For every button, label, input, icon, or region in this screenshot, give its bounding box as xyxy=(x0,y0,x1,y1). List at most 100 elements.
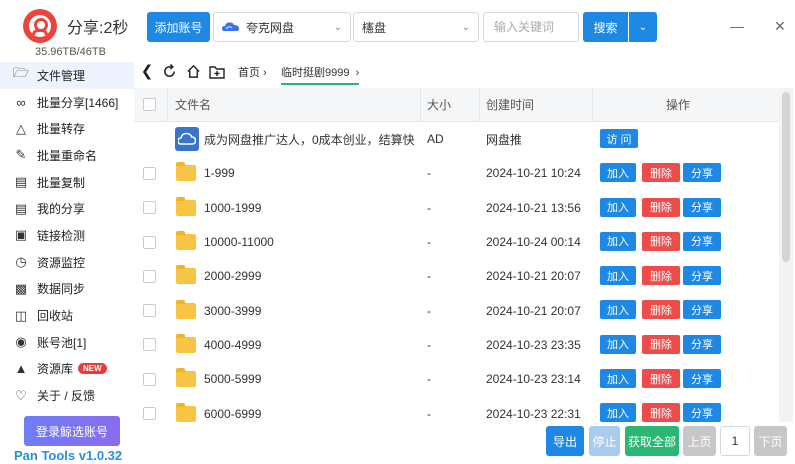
sidebar-item-11[interactable]: ▲ 资源库 NEW xyxy=(0,356,134,383)
row-checkbox[interactable] xyxy=(143,166,156,180)
sidebar-item-9[interactable]: ◫ 回收站 xyxy=(0,302,134,329)
sidebar-item-5[interactable]: ▤ 我的分享 xyxy=(0,195,134,222)
scrollbar-thumb[interactable] xyxy=(782,92,790,262)
add-button[interactable]: 加入 xyxy=(600,403,636,423)
search-button[interactable]: 搜索 xyxy=(583,12,628,42)
breadcrumb-home[interactable]: 首页 › xyxy=(238,64,267,80)
share-button[interactable]: 分享 xyxy=(683,369,721,389)
file-name[interactable]: 1-999 xyxy=(204,156,235,190)
stop-button[interactable]: 停止 xyxy=(589,426,620,456)
share-button[interactable]: 分享 xyxy=(683,403,721,423)
share-button[interactable]: 分享 xyxy=(683,334,721,354)
sidebar-item-label: 批量分享[1466] xyxy=(37,95,119,110)
pan-select-value: 夸克网盘 xyxy=(246,20,295,35)
file-size: - xyxy=(427,337,431,352)
new-folder-icon[interactable] xyxy=(207,61,227,81)
row-checkbox[interactable] xyxy=(143,201,156,215)
sidebar-item-label: 我的分享 xyxy=(37,202,86,217)
sidebar-item-label: 批量重命名 xyxy=(37,148,98,163)
delete-button[interactable]: 删除 xyxy=(642,231,680,251)
delete-button[interactable]: 删除 xyxy=(642,369,680,389)
add-account-button[interactable]: 添加账号 xyxy=(147,12,210,42)
delete-button[interactable]: 删除 xyxy=(642,403,680,423)
close-button[interactable]: ✕ xyxy=(774,18,786,35)
ad-text[interactable]: 成为网盘推广达人，0成本创业，结算快 xyxy=(204,122,415,156)
file-size: - xyxy=(427,200,431,215)
sidebar-item-7[interactable]: ◷ 资源监控 xyxy=(0,249,134,276)
search-input[interactable] xyxy=(483,12,579,42)
file-name[interactable]: 10000-11000 xyxy=(204,225,274,259)
table-row[interactable]: 3000-3999 - 2024-10-21 20:07 加入 删除 分享 xyxy=(134,293,779,327)
visit-button[interactable]: 访 问 xyxy=(600,129,638,148)
pan-select[interactable]: 夸克网盘 ⌄ xyxy=(213,12,351,42)
sidebar-item-2[interactable]: △ 批量转存 xyxy=(0,115,134,142)
share-button[interactable]: 分享 xyxy=(683,197,721,217)
file-created: 2024-10-23 23:35 xyxy=(486,337,581,352)
add-button[interactable]: 加入 xyxy=(600,334,636,354)
home-icon[interactable] xyxy=(183,61,203,81)
sidebar-item-6[interactable]: ▣ 链接检测 xyxy=(0,222,134,249)
add-button[interactable]: 加入 xyxy=(600,231,636,251)
row-checkbox[interactable] xyxy=(143,407,156,421)
sidebar-item-1[interactable]: ∞ 批量分享[1466] xyxy=(0,89,134,116)
delete-button[interactable]: 删除 xyxy=(642,266,680,286)
next-page-button[interactable]: 下页 xyxy=(754,426,787,456)
sidebar-item-4[interactable]: ▤ 批量复制 xyxy=(0,169,134,196)
chevron-down-icon: ⌄ xyxy=(461,22,470,33)
sidebar-item-label: 批量复制 xyxy=(37,175,86,190)
header-name[interactable]: 文件名 xyxy=(175,96,211,113)
sidebar-item-10[interactable]: ◉ 账号池[1] xyxy=(0,329,134,356)
refresh-icon[interactable] xyxy=(159,61,179,81)
row-checkbox[interactable] xyxy=(143,235,156,249)
sidebar-item-8[interactable]: ▩ 数据同步 xyxy=(0,276,134,303)
sidebar-item-0[interactable]: 🗁 文件管理 xyxy=(0,62,134,89)
sidebar-item-3[interactable]: ✎ 批量重命名 xyxy=(0,142,134,169)
add-button[interactable]: 加入 xyxy=(600,163,636,183)
page-number-input[interactable]: 1 xyxy=(720,426,750,456)
row-checkbox[interactable] xyxy=(143,372,156,386)
export-button[interactable]: 导出 xyxy=(546,426,584,456)
delete-button[interactable]: 删除 xyxy=(642,334,680,354)
file-name[interactable]: 4000-4999 xyxy=(204,328,261,362)
share-button[interactable]: 分享 xyxy=(683,231,721,251)
back-icon[interactable]: ❮ xyxy=(137,61,157,81)
table-row[interactable]: 1000-1999 - 2024-10-21 13:56 加入 删除 分享 xyxy=(134,191,779,225)
login-button[interactable]: 登录鲸选账号 xyxy=(24,416,120,446)
breadcrumb-current[interactable]: 临时挺剧9999 › xyxy=(281,64,360,85)
search-dropdown-button[interactable]: ⌄ xyxy=(629,12,657,42)
add-button[interactable]: 加入 xyxy=(600,266,636,286)
minimize-button[interactable]: — xyxy=(730,18,744,34)
table-row[interactable]: 2000-2999 - 2024-10-21 20:07 加入 删除 分享 xyxy=(134,259,779,293)
share-button[interactable]: 分享 xyxy=(683,266,721,286)
sidebar-item-12[interactable]: ♡ 关于 / 反馈 xyxy=(0,382,134,409)
type-select[interactable]: 櫶盘 ⌄ xyxy=(353,12,479,42)
row-checkbox[interactable] xyxy=(143,338,156,352)
file-name[interactable]: 1000-1999 xyxy=(204,191,261,225)
account-pool-icon: ◉ xyxy=(15,334,27,350)
share-button[interactable]: 分享 xyxy=(683,300,721,320)
add-button[interactable]: 加入 xyxy=(600,300,636,320)
scrollbar[interactable] xyxy=(779,88,793,422)
file-name[interactable]: 3000-3999 xyxy=(204,293,261,327)
table-row[interactable]: 4000-4999 - 2024-10-23 23:35 加入 删除 分享 xyxy=(134,328,779,362)
prev-page-button[interactable]: 上页 xyxy=(683,426,716,456)
select-all-checkbox[interactable] xyxy=(143,98,156,111)
header-created[interactable]: 创建时间 xyxy=(486,96,534,113)
delete-button[interactable]: 删除 xyxy=(642,197,680,217)
row-checkbox[interactable] xyxy=(143,269,156,283)
table-row[interactable]: 6000-6999-2024-10-23 22:31 加入 删除 分享 xyxy=(134,396,779,430)
add-button[interactable]: 加入 xyxy=(600,369,636,389)
table-row[interactable]: 10000-11000 - 2024-10-24 00:14 加入 删除 分享 xyxy=(134,225,779,259)
delete-button[interactable]: 删除 xyxy=(642,163,680,183)
table-row[interactable]: 5000-5999 - 2024-10-23 23:14 加入 删除 分享 xyxy=(134,362,779,396)
fetch-all-button[interactable]: 获取全部 xyxy=(625,426,679,456)
table-row[interactable]: 1-999 - 2024-10-21 10:24 加入 删除 分享 xyxy=(134,156,779,190)
file-name[interactable]: 6000-6999 xyxy=(204,396,261,430)
add-button[interactable]: 加入 xyxy=(600,197,636,217)
file-name[interactable]: 2000-2999 xyxy=(204,259,261,293)
header-size[interactable]: 大小 xyxy=(427,96,451,113)
share-button[interactable]: 分享 xyxy=(683,163,721,183)
row-checkbox[interactable] xyxy=(143,304,156,318)
file-name[interactable]: 5000-5999 xyxy=(204,362,261,396)
delete-button[interactable]: 删除 xyxy=(642,300,680,320)
